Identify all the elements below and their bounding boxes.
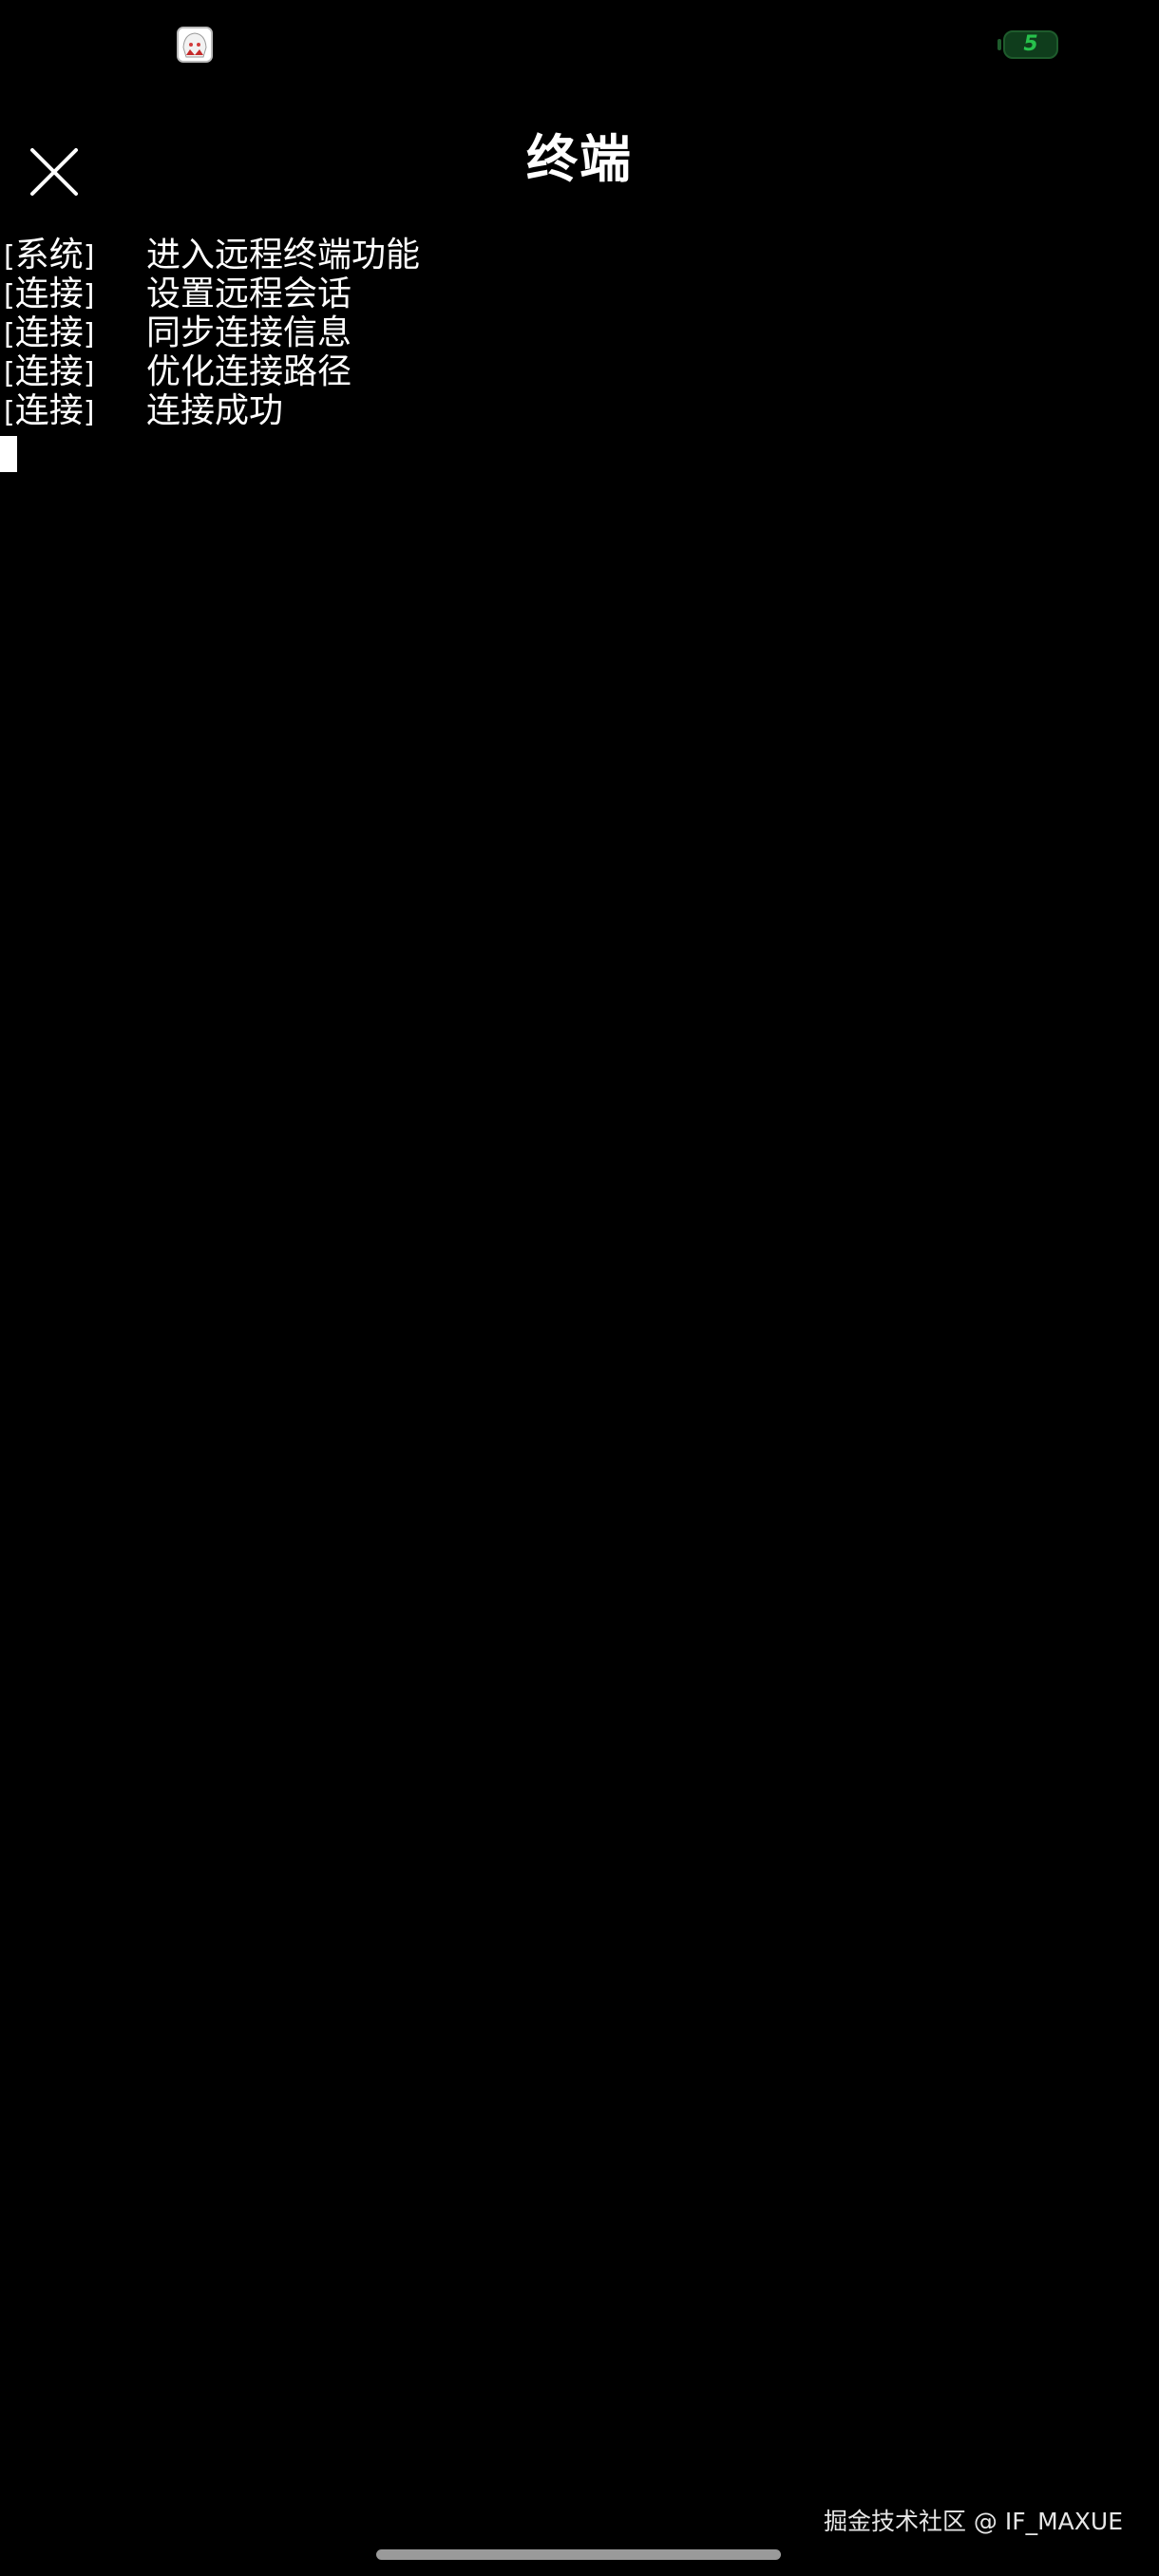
battery-icon: 5 (1003, 30, 1058, 59)
log-tag: [连接] (4, 391, 95, 430)
terminal-cursor[interactable] (0, 436, 17, 472)
page-title: 终端 (526, 129, 633, 189)
log-tag: [连接] (4, 313, 95, 352)
terminal-log: [系统] 进入远程终端功能 [连接] 设置远程会话 [连接] 同步连接信息 [连… (0, 236, 1153, 472)
anime-avatar-icon (177, 27, 213, 63)
battery-level: 5 (1023, 32, 1038, 56)
battery-cap (998, 39, 1001, 50)
log-tag: [系统] (4, 236, 95, 275)
log-tag: [连接] (4, 275, 95, 313)
status-bar: 5 (0, 0, 1159, 95)
home-indicator[interactable] (376, 2549, 781, 2560)
header: 终端 (0, 114, 1159, 209)
log-line: [连接] 同步连接信息 (4, 313, 1153, 352)
log-message: 连接成功 (146, 391, 284, 430)
watermark: 掘金技术社区 @ IF_MAXUE (823, 2508, 1123, 2535)
terminal-screen: 5 终端 [系统] 进入远程终端功能 [连接] 设置远程会话 [连接] 同步连接… (0, 0, 1159, 2576)
log-line: [连接] 连接成功 (4, 391, 1153, 430)
log-line: [连接] 优化连接路径 (4, 352, 1153, 391)
log-tag: [连接] (4, 352, 95, 391)
log-message: 优化连接路径 (146, 352, 352, 391)
log-message: 设置远程会话 (146, 275, 352, 313)
log-message: 进入远程终端功能 (146, 236, 421, 275)
log-line: [连接] 设置远程会话 (4, 275, 1153, 313)
log-message: 同步连接信息 (146, 313, 352, 352)
log-line: [系统] 进入远程终端功能 (4, 236, 1153, 275)
